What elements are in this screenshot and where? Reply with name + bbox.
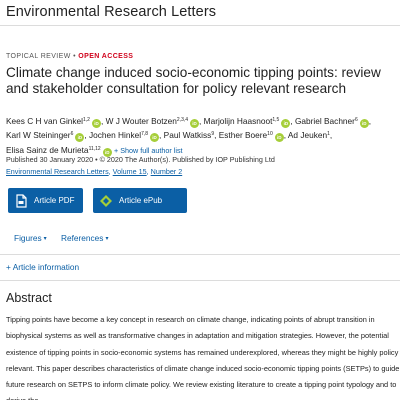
journal-name[interactable]: Environmental Research Letters	[6, 4, 216, 20]
chevron-down-icon: ▾	[105, 236, 109, 242]
author-entry: Kees C H van Ginkel1,2iD	[6, 116, 101, 128]
author-affiliation: 10	[267, 131, 273, 138]
article-type-label: TOPICAL REVIEW	[6, 53, 71, 60]
author-name[interactable]: Elisa Sainz de Murieta	[6, 145, 89, 155]
author-entry: Marjolijn Haasnoot1,5iD	[204, 116, 291, 128]
author-affiliation: 1,2	[83, 117, 90, 123]
author-entry: Elisa Sainz de Murieta11,12iD	[6, 145, 112, 157]
article-epub-button[interactable]: Article ePub	[93, 188, 187, 213]
article-type-line: TOPICAL REVIEW • OPEN ACCESS	[6, 53, 133, 60]
chevron-down-icon: ▾	[43, 236, 47, 242]
author-entry: W J Wouter Botzen2,3,4iD	[106, 116, 200, 128]
article-epub-label: Article ePub	[119, 196, 163, 205]
author-name[interactable]: Kees C H van Ginkel	[6, 116, 83, 126]
open-access-label: OPEN ACCESS	[78, 53, 134, 60]
author-name[interactable]: Esther Boere	[219, 130, 267, 140]
author-affiliation: 7,8	[141, 131, 149, 138]
author-affiliation: 1,5	[272, 117, 280, 123]
author-entry: Esther Boere10iD	[219, 130, 284, 143]
citation-volume-link[interactable]: Volume 15	[113, 167, 147, 176]
author-name[interactable]: Ad Jeuken	[288, 130, 327, 140]
abstract-heading: Abstract	[6, 291, 52, 305]
author-name[interactable]: Jochen Hinkel	[89, 130, 141, 140]
author-affiliation: 6	[354, 117, 358, 123]
orcid-icon[interactable]: iD	[190, 119, 200, 128]
citation-journal-link[interactable]: Environmental Research Letters	[6, 167, 109, 176]
author-affiliation: 2,3,4	[176, 117, 189, 123]
article-pdf-button[interactable]: Article PDF	[8, 188, 83, 213]
author-name[interactable]: Paul Watkiss	[164, 130, 212, 140]
published-line: Published 30 January 2020 • © 2020 The A…	[6, 155, 275, 164]
orcid-icon[interactable]: iD	[150, 133, 160, 143]
journal-header: Environmental Research Letters	[0, 0, 400, 26]
author-affiliation: 9	[211, 131, 215, 138]
author-affiliation: 6	[70, 131, 74, 138]
orcid-icon[interactable]: iD	[91, 119, 101, 128]
author-list: Kees C H van Ginkel1,2iD, W J Wouter Bot…	[6, 116, 372, 157]
author-entry: Karl W Steininger6iD	[6, 130, 85, 143]
article-title: Climate change induced socio-economic ti…	[6, 65, 381, 96]
orcid-icon[interactable]: iD	[281, 119, 291, 128]
author-entry: Gabriel Bachner6iD	[295, 116, 369, 128]
author-name[interactable]: Karl W Steininger	[6, 130, 71, 140]
author-entry: Ad Jeuken1	[288, 130, 330, 140]
author-affiliation: 11,12	[88, 145, 101, 152]
article-pdf-label: Article PDF	[34, 196, 75, 205]
divider	[0, 280, 400, 281]
references-menu-label: References	[61, 233, 104, 243]
author-name[interactable]: Marjolijn Haasnoot	[204, 116, 273, 126]
references-menu[interactable]: References ▾	[61, 233, 108, 243]
citation-number-link[interactable]: Number 2	[151, 167, 183, 176]
article-information-toggle[interactable]: + Article information	[6, 262, 79, 272]
orcid-icon[interactable]: iD	[75, 133, 85, 143]
citation-line: Environmental Research Letters, Volume 1…	[6, 167, 182, 176]
orcid-icon[interactable]: iD	[274, 133, 284, 143]
show-full-author-list-link[interactable]: + Show full author list	[114, 146, 183, 155]
figures-menu[interactable]: Figures ▾	[14, 233, 47, 243]
author-entry: Paul Watkiss9	[164, 130, 214, 140]
abstract-text: Tipping points have become a key concept…	[6, 315, 400, 400]
author-name[interactable]: Gabriel Bachner	[295, 116, 355, 126]
orcid-icon[interactable]: iD	[359, 119, 369, 128]
epub-icon	[100, 194, 112, 207]
figures-menu-label: Figures	[14, 233, 42, 243]
author-name[interactable]: W J Wouter Botzen	[106, 116, 177, 126]
divider	[0, 254, 400, 255]
pdf-file-icon	[16, 193, 27, 208]
author-affiliation: 1	[327, 131, 330, 138]
author-entry: Jochen Hinkel7,8iD	[89, 130, 160, 143]
